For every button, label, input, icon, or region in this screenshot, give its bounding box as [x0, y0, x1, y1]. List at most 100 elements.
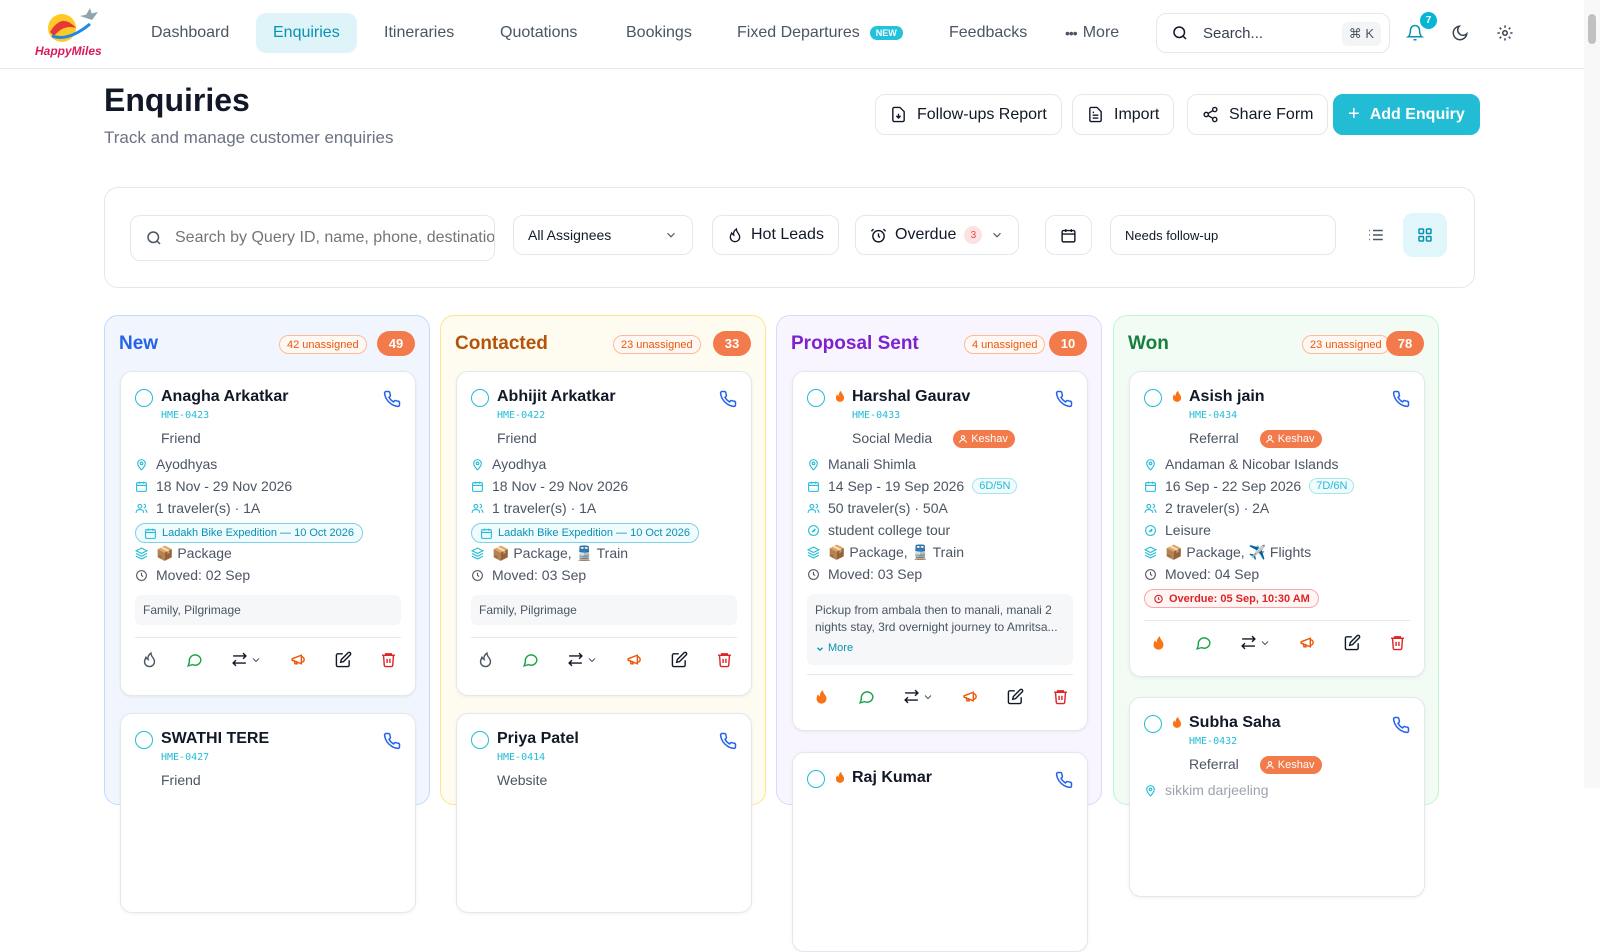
select-checkbox[interactable] [807, 389, 825, 407]
hot-toggle-icon[interactable] [1150, 634, 1167, 651]
hot-toggle-icon[interactable] [477, 651, 494, 668]
trash-icon[interactable] [716, 651, 733, 668]
customer-name[interactable]: Anagha Arkatkar [161, 388, 288, 406]
phone-icon[interactable] [1392, 390, 1410, 408]
moon-icon[interactable] [1447, 20, 1473, 46]
enquiry-search-input[interactable] [175, 229, 494, 247]
nav-quotations[interactable]: Quotations [483, 13, 594, 53]
list-view-button[interactable] [1354, 215, 1398, 255]
grid-icon [1416, 226, 1434, 244]
enquiry-card[interactable]: Asish jain HME-0434 Referral Keshav Andaman … [1129, 371, 1425, 677]
import-button[interactable]: Import [1072, 94, 1175, 135]
whatsapp-icon[interactable] [858, 688, 875, 705]
whatsapp-icon[interactable] [186, 651, 203, 668]
nav-dashboard[interactable]: Dashboard [134, 13, 246, 53]
edit-icon[interactable] [671, 651, 688, 668]
phone-icon[interactable] [1392, 716, 1410, 734]
customer-name[interactable]: Subha Saha [1189, 714, 1281, 732]
date-filter-button[interactable] [1045, 215, 1092, 255]
enquiry-card[interactable]: Anagha Arkatkar HME-0423 Friend Ayodhyas 18 … [120, 371, 416, 696]
hot-toggle-icon[interactable] [141, 651, 158, 668]
phone-icon[interactable] [719, 390, 737, 408]
nav-feedbacks[interactable]: Feedbacks [932, 13, 1044, 53]
megaphone-icon[interactable] [1299, 634, 1316, 651]
select-checkbox[interactable] [807, 770, 825, 788]
megaphone-icon[interactable] [626, 651, 643, 668]
customer-name[interactable]: Asish jain [1189, 388, 1265, 406]
add-enquiry-button[interactable]: + Add Enquiry [1333, 94, 1480, 135]
phone-icon[interactable] [1055, 390, 1073, 408]
trash-icon[interactable] [1052, 688, 1069, 705]
edit-icon[interactable] [335, 651, 352, 668]
edit-icon[interactable] [1344, 634, 1361, 651]
enquiry-card[interactable]: Harshal Gaurav HME-0433 Social Media Keshav… [792, 371, 1088, 731]
enquiry-card[interactable]: SWATHI TERE HME-0427 Friend [120, 713, 416, 913]
customer-name[interactable]: Harshal Gaurav [852, 388, 970, 406]
nav-label: Fixed Departures [737, 24, 860, 41]
phone-icon[interactable] [383, 732, 401, 750]
trash-icon[interactable] [1389, 634, 1406, 651]
alarm-clock-icon [1153, 593, 1164, 604]
customer-name[interactable]: Abhijit Arkatkar [497, 388, 616, 406]
nav-more[interactable]: ••• More [1048, 13, 1136, 53]
nav-bookings[interactable]: Bookings [609, 13, 709, 53]
select-checkbox[interactable] [471, 389, 489, 407]
move-stage-icon[interactable] [903, 688, 934, 705]
compass-icon [1144, 524, 1157, 537]
whatsapp-icon[interactable] [1195, 634, 1212, 651]
enquiry-card[interactable]: Subha Saha HME-0432 Referral Keshav sikkim d… [1129, 697, 1425, 897]
scrollbar[interactable] [1584, 0, 1600, 788]
phone-icon[interactable] [1055, 771, 1073, 789]
hot-toggle-icon[interactable] [813, 688, 830, 705]
move-stage-icon[interactable] [567, 651, 598, 668]
whatsapp-icon[interactable] [522, 651, 539, 668]
followup-select[interactable]: Needs follow-up [1110, 215, 1336, 255]
gear-icon[interactable] [1492, 20, 1518, 46]
edit-icon[interactable] [1007, 688, 1024, 705]
destination: Andaman & Nicobar Islands [1165, 456, 1339, 472]
assignee-select[interactable]: All Assignees [513, 215, 693, 255]
select-checkbox[interactable] [135, 731, 153, 749]
phone-icon[interactable] [719, 732, 737, 750]
select-checkbox[interactable] [1144, 715, 1162, 733]
megaphone-icon[interactable] [962, 688, 979, 705]
trash-icon[interactable] [380, 651, 397, 668]
enquiry-card[interactable]: Priya Patel HME-0414 Website [456, 713, 752, 913]
move-stage-icon[interactable] [1240, 634, 1271, 651]
user-icon [958, 434, 968, 444]
scrollbar-thumb[interactable] [1588, 14, 1596, 44]
map-pin-icon [135, 458, 148, 471]
select-checkbox[interactable] [135, 389, 153, 407]
hot-leads-button[interactable]: Hot Leads [712, 215, 839, 255]
show-more-link[interactable]: More [815, 640, 1065, 657]
card-actions [1150, 634, 1406, 651]
fixed-departure-name: Ladakh Bike Expedition — 10 Oct 2026 [162, 527, 355, 539]
select-checkbox[interactable] [1144, 389, 1162, 407]
share-form-button[interactable]: Share Form [1187, 94, 1329, 135]
enquiry-card[interactable]: Abhijit Arkatkar HME-0422 Friend Ayodhya 18 … [456, 371, 752, 696]
fixed-departure-tag[interactable]: Ladakh Bike Expedition — 10 Oct 2026 [471, 523, 700, 543]
nav-enquiries[interactable]: Enquiries [256, 13, 357, 53]
followups-report-button[interactable]: Follow-ups Report [875, 94, 1062, 135]
nav-fixed-departures[interactable]: Fixed Departures NEW [720, 13, 920, 53]
overdue-filter[interactable]: Overdue 3 [855, 215, 1020, 255]
fixed-departure-tag[interactable]: Ladakh Bike Expedition — 10 Oct 2026 [135, 523, 364, 543]
customer-name[interactable]: SWATHI TERE [161, 730, 269, 748]
phone-icon[interactable] [383, 390, 401, 408]
megaphone-icon[interactable] [290, 651, 307, 668]
select-checkbox[interactable] [471, 731, 489, 749]
query-id: HME-0433 [852, 410, 901, 421]
board-view-button[interactable] [1403, 213, 1447, 257]
users-icon [135, 502, 148, 515]
move-stage-icon[interactable] [231, 651, 262, 668]
customer-name[interactable]: Priya Patel [497, 730, 579, 748]
global-search[interactable]: Search... ⌘ K [1156, 13, 1390, 53]
customer-name[interactable]: Raj Kumar [852, 769, 932, 787]
enquiry-card[interactable]: Raj Kumar [792, 752, 1088, 952]
card-divider [807, 674, 1073, 675]
nav-itineraries[interactable]: Itineraries [367, 13, 471, 53]
travel-dates: 18 Nov - 29 Nov 2026 [492, 478, 629, 494]
user-icon [1265, 760, 1275, 770]
calendar-icon [144, 527, 157, 540]
enquiry-search-field[interactable] [130, 215, 495, 261]
